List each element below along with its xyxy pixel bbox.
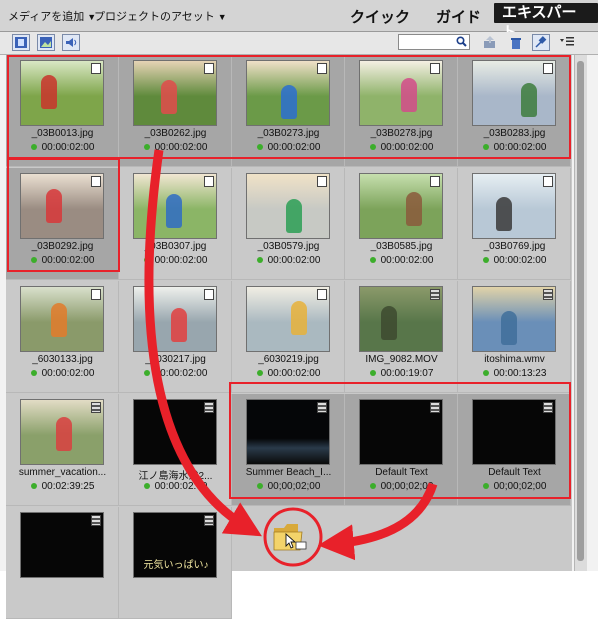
annotation-arrows (144, 149, 438, 567)
folder-icon (273, 524, 307, 551)
folder-drop-target[interactable] (272, 520, 312, 554)
annotation-arrow-left (144, 149, 262, 537)
annotation-arrow-right (317, 482, 438, 561)
project-assets-panel: メディアを追加▼ プロジェクトのアセット▼ クイック ガイド エキスパート (0, 0, 598, 619)
